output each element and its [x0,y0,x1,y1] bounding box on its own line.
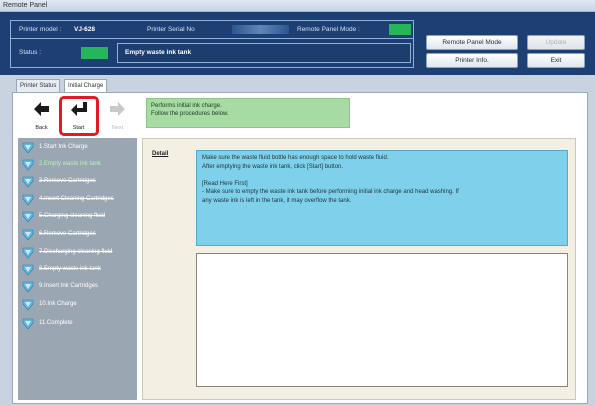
header-panel: Printer model : VJ-628 Printer Serial No… [0,12,595,75]
step-label: 8.Empty waste ink tank [39,266,101,272]
exit-button[interactable]: Exit [527,53,585,68]
detail-output-box [196,253,568,387]
step-item: 3.Remove Cartridges [22,176,137,188]
step-label: 10.Ink Charge [39,301,77,307]
step-item: 11.Complete [22,318,137,330]
step-list: 1.Start Ink Charge 2.Empty waste ink tank… [18,138,137,400]
step-label: 5.Charging cleaning fluid [39,213,106,219]
step-item: 8.Empty waste ink tank [22,264,137,276]
info-message: Performs initial ink charge. Follow the … [146,98,350,128]
step-shield-icon [22,194,34,206]
step-shield-icon [22,176,34,188]
step-label: 1.Start Ink Charge [39,144,88,150]
back-button[interactable]: Back [27,96,56,134]
step-label: 7.Discharging cleaning fluid [39,249,113,255]
tab-initial-charge[interactable]: Initial Charge [64,79,108,92]
detail-instructions: Make sure the waste fluid bottle has eno… [196,150,568,246]
next-button[interactable]: Next [103,96,132,134]
printer-model-label: Printer model : [19,26,62,33]
start-highlight [59,96,99,136]
window-title: Remote Panel [3,2,48,9]
remote-mode-indicator [389,24,411,35]
step-label: 11.Complete [39,320,73,326]
update-button[interactable]: Update [527,35,585,50]
info-line-2: Follow the procedures below. [151,111,229,117]
step-item: 5.Charging cleaning fluid [22,211,137,223]
step-label: 9.Insert Ink Cartridges [39,283,99,289]
serial-value-redacted [232,25,289,34]
step-shield-icon [22,299,34,311]
step-shield-icon [22,318,34,330]
step-shield-icon [22,159,34,171]
status-value: Empty waste ink tank [125,49,192,56]
status-indicator [81,47,108,59]
step-item: 6.Remove Cartridges [22,229,137,241]
header-divider [11,38,413,39]
step-shield-icon [22,211,34,223]
step-shield-icon [22,247,34,259]
printer-info-button[interactable]: Printer Info. [426,53,518,68]
step-item: 9.Insert Ink Cartridges [22,281,137,293]
detail-label: Detail [152,151,169,157]
status-label: Status : [19,49,42,56]
serial-label: Printer Serial No [147,26,195,33]
step-item: 10.Ink Charge [22,299,137,311]
step-shield-icon [22,229,34,241]
step-shield-icon [22,281,34,293]
step-item: 1.Start Ink Charge [22,142,137,154]
printer-model-value: VJ-628 [74,26,95,33]
step-label: 3.Remove Cartridges [39,178,96,184]
step-label: 6.Remove Cartridges [39,231,96,237]
title-bar: Remote Panel [0,0,595,12]
next-label: Next [111,125,124,131]
step-item: 4.Insert Cleaning Cartridges [22,194,137,206]
next-arrow-icon [110,102,125,116]
remote-panel-mode-button[interactable]: Remote Panel Mode [426,35,518,50]
detail-text: Make sure the waste fluid bottle has eno… [202,155,459,204]
step-shield-icon [22,142,34,154]
info-line-1: Performs initial ink charge. [151,103,222,109]
step-shield-icon [22,264,34,276]
printer-info-panel: Printer model : VJ-628 Printer Serial No… [10,20,414,68]
back-arrow-icon [34,102,49,116]
step-label: 2.Empty waste ink tank [39,161,101,167]
remote-mode-label: Remote Panel Mode : [297,26,360,33]
step-item: 2.Empty waste ink tank [22,159,137,171]
step-label: 4.Insert Cleaning Cartridges [39,196,114,202]
step-item: 7.Discharging cleaning fluid [22,247,137,259]
back-label: Back [35,125,48,131]
tab-printer-status[interactable]: Printer Status [16,79,61,92]
